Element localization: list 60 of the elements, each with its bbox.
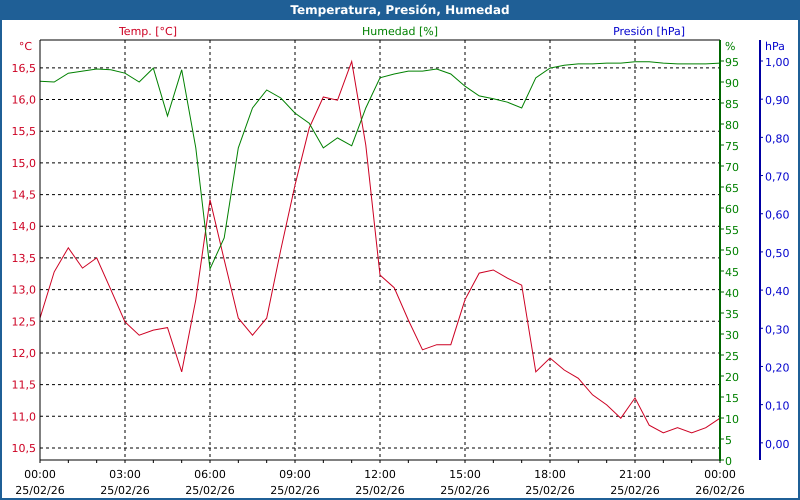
axis-tick-label: 60 xyxy=(725,203,739,216)
axis-tick-label: 12,5 xyxy=(12,315,36,328)
axis-tick-label: 0,40 xyxy=(765,285,790,298)
axis-tick-label: 13,5 xyxy=(12,252,36,265)
axis-tick-label: 0,10 xyxy=(765,400,790,413)
axis-tick-label: 18:00 25/02/26 xyxy=(525,468,575,496)
axis-tick-label: 09:00 25/02/26 xyxy=(270,468,320,496)
axis-tick-label: 25 xyxy=(725,350,739,363)
axis-unit-label: hPa xyxy=(765,40,785,53)
legend-label: Temp. [°C] xyxy=(118,25,178,38)
axis-tick-label: 50 xyxy=(725,245,739,258)
axis-tick-label: 55 xyxy=(725,224,739,237)
axis-tick-label: 40 xyxy=(725,287,739,300)
axis-tick-label: 30 xyxy=(725,329,739,342)
axis-tick-label: 15,0 xyxy=(12,156,36,170)
axis-tick-label: 0,90 xyxy=(765,94,790,108)
axis-tick-label: 5 xyxy=(725,434,732,447)
axis-tick-label: 0,20 xyxy=(765,361,790,374)
axis-tick-label: 10 xyxy=(725,413,739,426)
axis-tick-label: 0,60 xyxy=(765,208,790,222)
axis-tick-label: 16,5 xyxy=(12,62,36,75)
axis-tick-label: 35 xyxy=(725,308,739,321)
axis-tick-label: 11,5 xyxy=(12,378,36,392)
axis-tick-label: 0,50 xyxy=(765,246,790,260)
axis-tick-label: 15,5 xyxy=(12,125,36,138)
axis-tick-label: 00:00 26/02/26 xyxy=(695,468,745,496)
axis-tick-label: 20 xyxy=(725,371,739,384)
axis-tick-label: 06:00 25/02/26 xyxy=(185,468,235,496)
axis-tick-label: 16,0 xyxy=(12,94,36,107)
axis-tick-label: 45 xyxy=(725,266,739,279)
axis-tick-label: 13,0 xyxy=(12,284,36,297)
axis-tick-label: 12,0 xyxy=(12,346,36,360)
axis-tick-label: 11,0 xyxy=(12,410,36,424)
axis-tick-label: 0,80 xyxy=(765,132,790,146)
axis-tick-label: 95 xyxy=(725,56,739,69)
axis-tick-label: 0,30 xyxy=(765,323,790,336)
axis-tick-label: 85 xyxy=(725,98,739,111)
window-title: Temperatura, Presión, Humedad xyxy=(290,3,510,17)
axis-tick-label: 21:00 25/02/26 xyxy=(610,468,660,496)
axis-tick-label: 15:00 25/02/26 xyxy=(440,468,490,496)
axis-tick-label: 75 xyxy=(725,140,739,153)
axis-unit-label: °C xyxy=(18,40,32,53)
axis-tick-label: 15 xyxy=(725,392,739,405)
axis-tick-label: 90 xyxy=(725,77,739,90)
axis-tick-label: 80 xyxy=(725,119,739,132)
axis-tick-label: 14,0 xyxy=(12,220,36,234)
axis-tick-label: 10,5 xyxy=(12,442,36,455)
axis-tick-label: 0,70 xyxy=(765,170,790,184)
axis-tick-label: 14,5 xyxy=(12,188,36,202)
axis-tick-label: 0,00 xyxy=(765,438,790,451)
axis-tick-label: 70 xyxy=(725,161,739,174)
axis-tick-label: 65 xyxy=(725,182,739,195)
axis-tick-label: 1,00 xyxy=(765,56,790,69)
legend-label: Presión [hPa] xyxy=(613,25,685,38)
axis-tick-label: 0 xyxy=(725,455,732,468)
axis-tick-label: 12:00 25/02/26 xyxy=(355,468,405,496)
axis-unit-label: % xyxy=(725,40,736,53)
axis-tick-label: 00:00 25/02/26 xyxy=(15,468,65,496)
legend-label: Humedad [%] xyxy=(362,25,438,38)
axis-tick-label: 03:00 25/02/26 xyxy=(100,468,150,496)
